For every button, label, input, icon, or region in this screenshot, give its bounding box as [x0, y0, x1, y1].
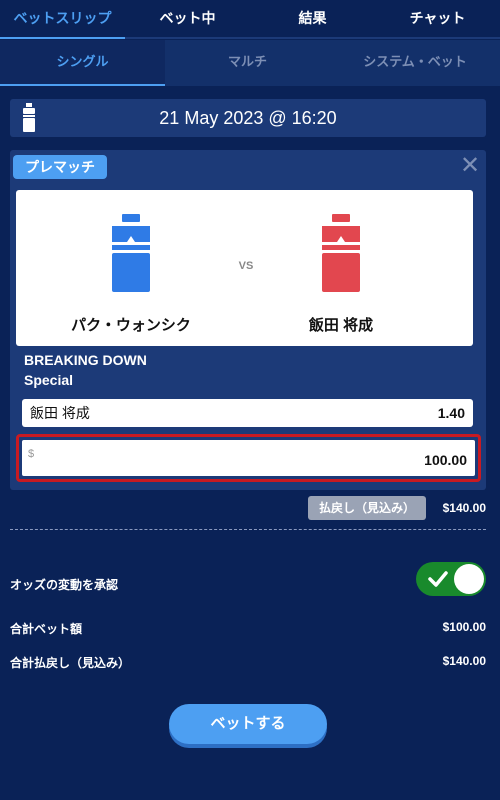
stake-amount: 100.00 — [424, 452, 467, 468]
market-name: Special — [24, 372, 74, 388]
accept-odds-label: オッズの変動を承認 — [10, 578, 119, 592]
stake-input[interactable]: $ 100.00 — [22, 440, 475, 476]
divider — [10, 529, 486, 530]
toggle-knob — [454, 564, 484, 594]
tab-multi[interactable]: マルチ — [165, 40, 330, 86]
active-subtab-indicator — [0, 84, 165, 86]
tab-results[interactable]: 結果 — [250, 0, 375, 38]
matchup-box: パク・ウォンシク VS 飯田 将成 — [16, 190, 473, 346]
prematch-badge: プレマッチ — [13, 155, 107, 179]
selection-odds: 1.40 — [437, 405, 465, 421]
bet-card: プレマッチ ✕ パク・ウォンシク VS 飯田 将成 BREAKING DOWN … — [10, 150, 486, 490]
total-stake-value: $100.00 — [442, 620, 486, 634]
competition-name: BREAKING DOWN — [24, 352, 147, 368]
tab-single[interactable]: シングル — [0, 40, 165, 86]
event-date-bar: 21 May 2023 @ 16:20 — [10, 99, 486, 137]
active-tab-indicator — [0, 37, 125, 39]
tab-betslip[interactable]: ベットスリップ — [0, 0, 125, 38]
place-bet-button[interactable]: ベットする — [169, 704, 327, 744]
event-date: 21 May 2023 @ 16:20 — [159, 108, 337, 128]
potential-payout-value: $140.00 — [442, 501, 486, 515]
punching-bag-icon — [322, 214, 360, 292]
tab-open-bets[interactable]: ベット中 — [125, 0, 250, 38]
punching-bag-icon — [112, 214, 150, 292]
total-stake-label: 合計ベット額 — [10, 622, 83, 636]
fighter-away: 飯田 将成 — [241, 190, 441, 346]
fighter-home: パク・ウォンシク — [31, 190, 231, 346]
top-nav-underline — [0, 37, 500, 39]
stake-currency: $ — [28, 448, 35, 460]
accept-odds-toggle[interactable] — [416, 562, 486, 596]
total-payout-value: $140.00 — [442, 654, 486, 668]
selection-name: 飯田 将成 — [30, 405, 90, 421]
selection-row: 飯田 将成 1.40 — [22, 399, 473, 427]
potential-payout-label: 払戻し（見込み） — [308, 496, 426, 520]
check-icon — [428, 571, 448, 587]
fighter-away-name: 飯田 将成 — [308, 317, 374, 334]
bet-type-tabs: シングル マルチ システム・ベット — [0, 40, 500, 86]
stake-highlight: $ 100.00 — [16, 434, 481, 482]
close-icon[interactable]: ✕ — [458, 152, 482, 180]
fighter-home-name: パク・ウォンシク — [71, 317, 191, 334]
tab-chat[interactable]: チャット — [375, 0, 500, 38]
total-payout-label: 合計払戻し（見込み） — [10, 656, 131, 670]
tab-system-bet[interactable]: システム・ベット — [330, 40, 500, 86]
top-nav: ベットスリップ ベット中 結果 チャット — [0, 0, 500, 38]
